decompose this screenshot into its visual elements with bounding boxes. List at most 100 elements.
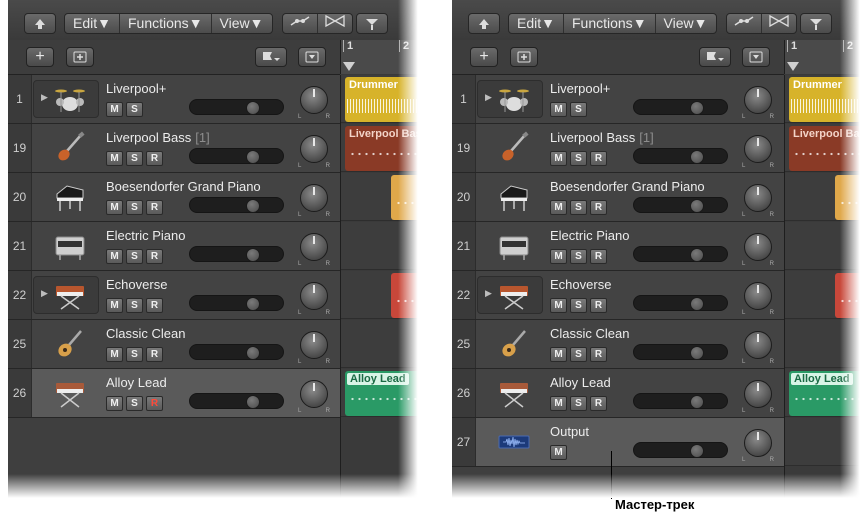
pan-knob[interactable] (744, 380, 772, 408)
region-echo[interactable] (834, 273, 862, 318)
track-lane[interactable] (785, 320, 862, 369)
automation-button[interactable] (283, 14, 318, 33)
pan-knob[interactable] (744, 429, 772, 457)
volume-fader[interactable] (633, 197, 728, 213)
volume-fader-knob[interactable] (246, 101, 260, 115)
record-enable-button[interactable]: R (146, 249, 163, 264)
volume-fader[interactable] (633, 393, 728, 409)
mute-button[interactable]: M (550, 102, 567, 117)
solo-button[interactable]: S (126, 102, 143, 117)
track-header-22[interactable]: 22 ▶ Echoverse M S R L R (8, 271, 340, 320)
track-lane[interactable] (341, 320, 420, 369)
mute-button[interactable]: M (106, 249, 123, 264)
view-menu[interactable]: View▼ (656, 14, 716, 33)
pan-knob[interactable] (744, 135, 772, 163)
volume-fader[interactable] (189, 295, 284, 311)
track-header-21[interactable]: 21 Electric Piano M S R L R (452, 222, 784, 271)
volume-fader[interactable] (633, 246, 728, 262)
pan-knob[interactable] (744, 282, 772, 310)
volume-fader-knob[interactable] (246, 395, 260, 409)
track-name[interactable]: Liverpool+ (106, 81, 166, 96)
track-name[interactable]: Output (550, 424, 589, 439)
solo-button[interactable]: S (126, 396, 143, 411)
track-name[interactable]: Liverpool Bass [1] (106, 130, 210, 145)
edit-menu[interactable]: Edit▼ (509, 14, 564, 33)
solo-button[interactable]: S (570, 200, 587, 215)
collapse-button[interactable] (742, 47, 770, 67)
mute-button[interactable]: M (550, 249, 567, 264)
solo-button[interactable]: S (570, 396, 587, 411)
region-echo[interactable] (390, 273, 420, 318)
volume-fader-knob[interactable] (246, 150, 260, 164)
solo-button[interactable]: S (126, 298, 143, 313)
mute-button[interactable]: M (550, 200, 567, 215)
functions-menu[interactable]: Functions▼ (564, 14, 656, 33)
track-name[interactable]: Electric Piano (106, 228, 185, 243)
mute-button[interactable]: M (106, 396, 123, 411)
record-enable-button[interactable]: R (146, 347, 163, 362)
record-enable-button[interactable]: R (590, 396, 607, 411)
pan-knob[interactable] (300, 86, 328, 114)
volume-fader[interactable] (633, 344, 728, 360)
volume-fader-knob[interactable] (246, 297, 260, 311)
disclosure-triangle-icon[interactable]: ▶ (41, 288, 48, 299)
track-name[interactable]: Liverpool Bass [1] (550, 130, 654, 145)
record-enable-button[interactable]: R (590, 249, 607, 264)
ruler[interactable]: 1 2 (784, 40, 862, 74)
flag-button[interactable] (699, 47, 731, 67)
solo-button[interactable]: S (570, 151, 587, 166)
volume-fader[interactable] (633, 148, 728, 164)
mute-button[interactable]: M (550, 151, 567, 166)
playhead[interactable] (343, 62, 355, 71)
track-name[interactable]: Classic Clean (550, 326, 629, 341)
mute-button[interactable]: M (106, 298, 123, 313)
volume-fader[interactable] (189, 148, 284, 164)
view-menu[interactable]: View▼ (212, 14, 272, 33)
track-name[interactable]: Echoverse (106, 277, 167, 292)
track-lane[interactable] (785, 418, 862, 467)
pan-knob[interactable] (744, 331, 772, 359)
track-name[interactable]: Alloy Lead (550, 375, 611, 390)
volume-fader-knob[interactable] (246, 199, 260, 213)
flag-button[interactable] (255, 47, 287, 67)
track-name[interactable]: Echoverse (550, 277, 611, 292)
record-enable-button[interactable]: R (590, 200, 607, 215)
mute-button[interactable]: M (106, 200, 123, 215)
track-lane[interactable] (341, 222, 420, 271)
mute-button[interactable]: M (550, 347, 567, 362)
track-list-empty[interactable] (452, 467, 784, 498)
track-name[interactable]: Classic Clean (106, 326, 185, 341)
catch-button[interactable] (356, 13, 388, 34)
record-enable-button[interactable]: R (146, 151, 163, 166)
track-header-20[interactable]: 20 Boesendorfer Grand Piano M S R L R (8, 173, 340, 222)
mute-button[interactable]: M (550, 445, 567, 460)
region-bass[interactable]: Liverpool Bass (789, 126, 862, 171)
solo-button[interactable]: S (126, 347, 143, 362)
track-header-22[interactable]: 22 ▶ Echoverse M S R L R (452, 271, 784, 320)
region-alloy[interactable]: Alloy Lead (789, 371, 862, 416)
track-name[interactable]: Electric Piano (550, 228, 629, 243)
track-header-25[interactable]: 25 Classic Clean M S R L R (452, 320, 784, 369)
ruler[interactable]: 1 2 (340, 40, 420, 74)
volume-fader[interactable] (189, 246, 284, 262)
track-header-1[interactable]: 1 ▶ Liverpool+ M S L R (452, 75, 784, 124)
solo-button[interactable]: S (570, 249, 587, 264)
volume-fader[interactable] (189, 99, 284, 115)
track-header-19[interactable]: 19 Liverpool Bass [1] M S R L R (452, 124, 784, 173)
solo-button[interactable]: S (570, 102, 587, 117)
volume-fader-knob[interactable] (690, 101, 704, 115)
volume-fader[interactable] (633, 99, 728, 115)
record-enable-button[interactable]: R (590, 298, 607, 313)
volume-fader-knob[interactable] (246, 248, 260, 262)
pan-knob[interactable] (744, 184, 772, 212)
solo-button[interactable]: S (570, 347, 587, 362)
volume-fader[interactable] (189, 393, 284, 409)
flex-button[interactable] (318, 14, 352, 33)
volume-fader[interactable] (633, 442, 728, 458)
region-drummer[interactable]: Drummer (345, 77, 420, 122)
track-header-21[interactable]: 21 Electric Piano M S R L R (8, 222, 340, 271)
up-arrow-button[interactable] (24, 13, 56, 34)
track-header-26[interactable]: 26 Alloy Lead M S R L R (452, 369, 784, 418)
mute-button[interactable]: M (106, 347, 123, 362)
pan-knob[interactable] (300, 282, 328, 310)
